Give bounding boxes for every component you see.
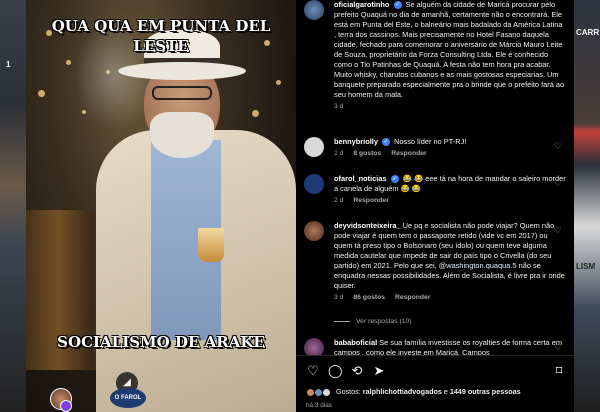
- bokeh-light: [252, 110, 259, 117]
- background-feed-left: 1: [0, 0, 26, 412]
- background-feed-right: CARR LISM: [574, 0, 600, 412]
- heart-icon[interactable]: ♡: [554, 178, 562, 189]
- ofarol-logo: O FAROL: [110, 388, 146, 408]
- verified-icon: ✓: [390, 175, 399, 184]
- whisky-glass: [198, 228, 224, 262]
- avatar[interactable]: [304, 0, 324, 20]
- post-timestamp: há 3 dias: [306, 402, 332, 409]
- comments-panel: oficialgarotinho ✓ Se alguém da cidade d…: [296, 0, 574, 412]
- reply-button[interactable]: Responder: [395, 294, 431, 301]
- background-label: LISM: [576, 262, 596, 271]
- likes-user-link[interactable]: ralphlichottiadvogados: [363, 387, 442, 396]
- comment-username[interactable]: ofarol_noticias: [334, 174, 387, 183]
- bokeh-light: [38, 90, 45, 97]
- avatar: [322, 387, 331, 397]
- heart-icon[interactable]: ♡: [554, 342, 562, 353]
- comment-item: bennybriolly ✓ Nosso líder no PT-RJ! 2 d…: [304, 137, 566, 157]
- bokeh-light: [276, 80, 281, 85]
- background-label: CARR: [576, 28, 600, 37]
- view-replies-button[interactable]: Ver respostas (10): [334, 318, 412, 325]
- post-image[interactable]: QUA QUA EM PUNTA DEL LESTE SOCIALISMO DE…: [26, 0, 296, 412]
- post-author[interactable]: oficialgarotinho: [334, 0, 389, 9]
- comment-text: Nosso líder no PT-RJ!: [394, 137, 467, 146]
- post-caption: oficialgarotinho ✓ Se alguém da cidade d…: [304, 0, 566, 110]
- background-label: 1: [6, 60, 11, 69]
- comment-likes[interactable]: 8 gostos: [353, 150, 381, 157]
- comment-time: 2 d: [334, 150, 344, 157]
- avatar[interactable]: [304, 338, 324, 355]
- post-time: 3 d: [334, 103, 344, 110]
- comment-username[interactable]: bababoficial: [334, 338, 377, 347]
- likes-label: Gostos:: [336, 387, 361, 396]
- likes-count-link[interactable]: 1449 outras pessoas: [450, 387, 521, 396]
- glasses: [152, 86, 212, 100]
- image-headline-top: QUA QUA EM PUNTA DEL LESTE: [51, 17, 271, 55]
- comment-username[interactable]: deyvidsonteixeira_: [334, 221, 401, 230]
- image-footer: O FAROL: [26, 386, 296, 412]
- reply-button[interactable]: Responder: [353, 197, 389, 204]
- post-text: Se alguém da cidade de Maricá procurar p…: [334, 0, 565, 99]
- avatar[interactable]: [304, 221, 324, 241]
- repost-icon[interactable]: ⟲: [350, 364, 364, 378]
- likes-connector: e: [443, 387, 448, 396]
- image-headline-bottom: SOCIALISMO DE ARAKE: [57, 333, 265, 351]
- comment-username[interactable]: bennybriolly: [334, 137, 378, 146]
- heart-icon[interactable]: ♡: [554, 141, 562, 152]
- verified-icon: ✓: [382, 138, 391, 147]
- reply-button[interactable]: Responder: [391, 150, 427, 157]
- comment-time: 2 d: [334, 197, 344, 204]
- person-beard: [150, 112, 214, 158]
- share-icon[interactable]: ➤: [372, 364, 386, 378]
- avatar[interactable]: [304, 137, 324, 157]
- comment-item: deyvidsonteixeira_ Ue pq e socialista nã…: [304, 221, 566, 301]
- comment-icon[interactable]: ◯: [328, 364, 343, 378]
- comment-time: 3 d: [334, 294, 344, 301]
- comment-item: bababoficial Se sua família investisse o…: [304, 338, 566, 355]
- bokeh-light: [66, 60, 71, 65]
- comment-item: ofarol_noticias ✓ 😂 😂 eee tá na hora de …: [304, 174, 566, 204]
- comments-scroll[interactable]: oficialgarotinho ✓ Se alguém da cidade d…: [296, 0, 574, 355]
- avatar[interactable]: [304, 174, 324, 194]
- bookmark-icon[interactable]: ⌑: [552, 364, 566, 378]
- post-actions: ♡ ◯ ⟲ ➤ ⌑ Gostos: ralphlichottiadvogados…: [296, 355, 574, 412]
- heart-icon[interactable]: ♡: [554, 225, 562, 236]
- avatar: [60, 400, 72, 412]
- likes-summary: Gostos: ralphlichottiadvogados e 1449 ou…: [306, 387, 521, 397]
- mention-link[interactable]: @washington.quaqua.5: [439, 261, 517, 270]
- verified-icon: ✓: [393, 1, 402, 10]
- comment-likes[interactable]: 86 gostos: [353, 294, 385, 301]
- like-icon[interactable]: ♡: [306, 364, 320, 378]
